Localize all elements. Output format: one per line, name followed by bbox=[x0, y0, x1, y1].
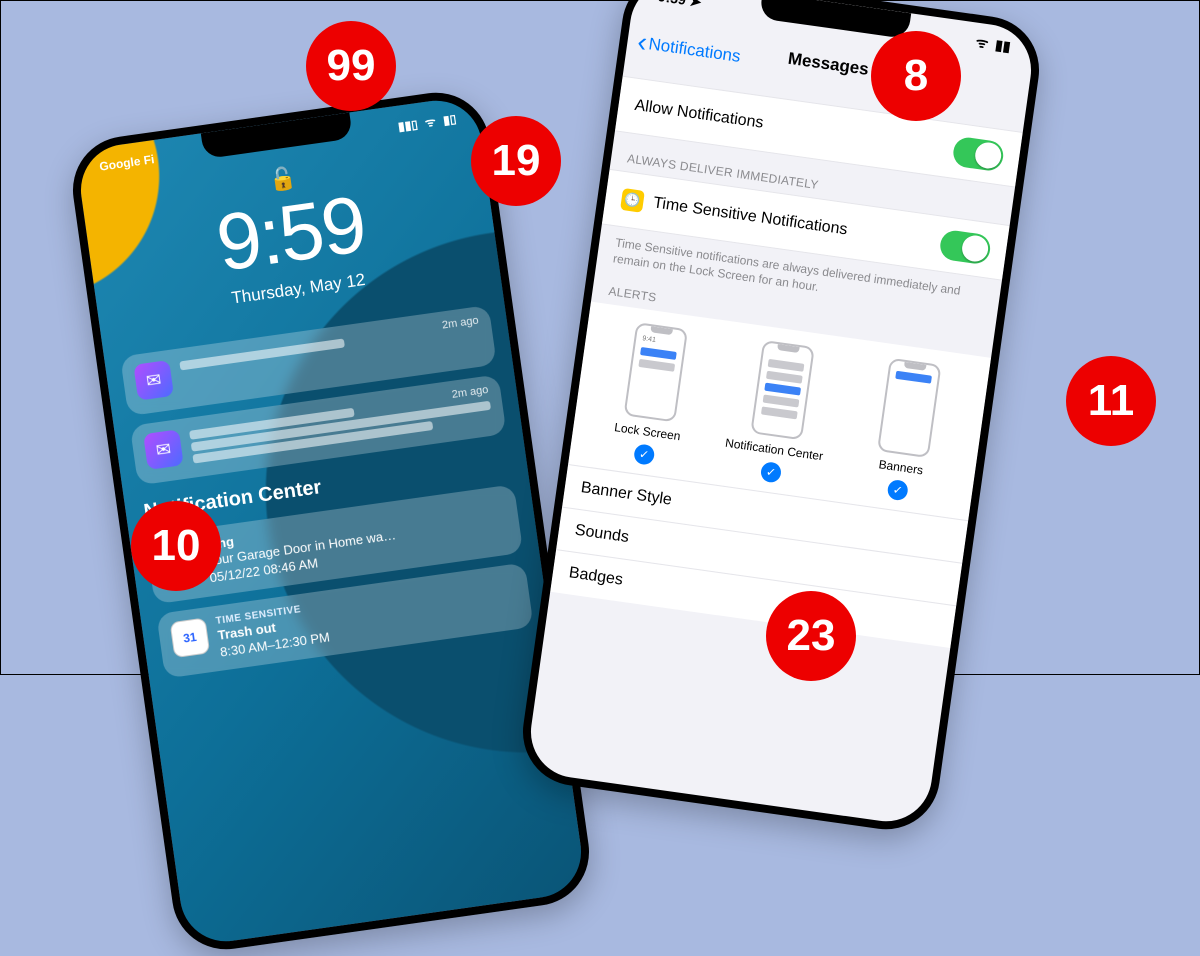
alert-lockscreen-label: Lock Screen bbox=[613, 421, 681, 444]
check-icon[interactable]: ✓ bbox=[760, 461, 783, 484]
lock-notifications: ✉ 2m ago ✉ 2m ago Notification Center ri… bbox=[120, 305, 534, 678]
badge-99: 99 bbox=[306, 21, 396, 111]
banner-preview bbox=[877, 358, 942, 458]
signal-icon: ▮▮▯ bbox=[397, 117, 419, 134]
badge-11: 11 bbox=[1066, 356, 1156, 446]
alert-banners[interactable]: Banners ✓ bbox=[842, 354, 970, 508]
badge-10: 10 bbox=[131, 501, 221, 591]
carrier-label: Google Fi bbox=[98, 152, 155, 177]
messenger-icon: ✉ bbox=[133, 360, 174, 401]
check-icon[interactable]: ✓ bbox=[886, 479, 909, 502]
status-icons: ▮▮▯ ᯤ ▮▯ bbox=[393, 110, 457, 136]
battery-icon: ▮▮ bbox=[994, 36, 1011, 54]
allow-notifications-label: Allow Notifications bbox=[633, 97, 764, 133]
nc-preview bbox=[750, 340, 815, 440]
notch bbox=[201, 112, 353, 159]
messenger-icon: ✉ bbox=[143, 429, 184, 470]
alert-banners-label: Banners bbox=[878, 458, 924, 478]
allow-notifications-toggle[interactable] bbox=[951, 136, 1005, 173]
redacted-line bbox=[179, 338, 345, 370]
preview-time: 9:41 bbox=[642, 335, 656, 344]
alert-notification-center[interactable]: Notification Center ✓ bbox=[715, 336, 843, 490]
check-icon[interactable]: ✓ bbox=[633, 444, 656, 467]
calendar-icon: 31 bbox=[170, 617, 211, 658]
alert-lockscreen[interactable]: 9:41 Lock Screen ✓ bbox=[588, 318, 716, 472]
lockscreen-preview: 9:41 bbox=[623, 323, 688, 423]
battery-icon: ▮▯ bbox=[442, 112, 457, 128]
status-time: 9:59 bbox=[657, 0, 687, 8]
time-sensitive-label: Time Sensitive Notifications bbox=[652, 194, 849, 239]
settings-content: Allow Notifications ALWAYS DELIVER IMMED… bbox=[525, 68, 1024, 827]
badge-23: 23 bbox=[766, 591, 856, 681]
badge-8: 8 bbox=[871, 31, 961, 121]
alert-nc-label: Notification Center bbox=[724, 436, 824, 464]
clock-icon: 🕒 bbox=[620, 188, 645, 213]
location-icon: ➤ bbox=[689, 0, 703, 10]
badge-19: 19 bbox=[471, 116, 561, 206]
settings-phone: 9:59 ➤ ᯤ ▮▮ Notifications Messages Allow… bbox=[516, 0, 1046, 836]
wifi-icon: ᯤ bbox=[975, 34, 990, 52]
time-sensitive-toggle[interactable] bbox=[938, 229, 992, 266]
wifi-icon: ᯤ bbox=[424, 115, 437, 130]
